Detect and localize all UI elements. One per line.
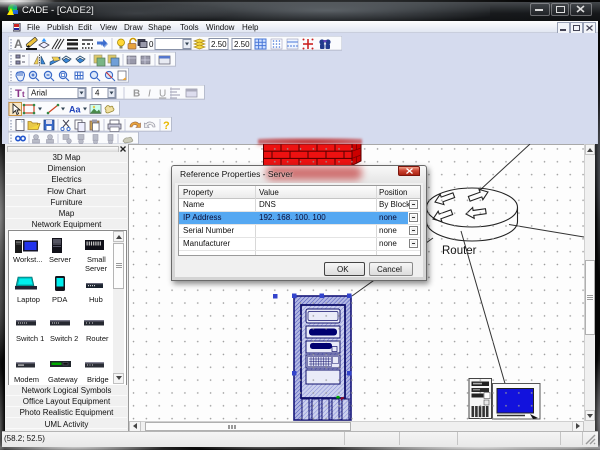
svg-text:Modem: Modem: [14, 375, 39, 384]
svg-text:B: B: [133, 88, 140, 99]
svg-text:Workst...: Workst...: [13, 255, 42, 264]
svg-text:Laptop: Laptop: [17, 295, 40, 304]
svg-text:Switch 1: Switch 1: [16, 334, 44, 343]
svg-text:Switch 2: Switch 2: [50, 334, 78, 343]
svg-text:Bridge: Bridge: [87, 375, 109, 384]
svg-text:A: A: [14, 37, 23, 51]
svg-text:Router: Router: [86, 334, 109, 343]
svg-text:Arial: Arial: [31, 88, 47, 97]
svg-text:T: T: [15, 88, 22, 100]
svg-text:2.50: 2.50: [234, 40, 250, 49]
svg-text:Server: Server: [49, 255, 72, 264]
svg-text:I: I: [148, 88, 151, 99]
svg-text:Server: Server: [85, 264, 108, 273]
svg-text:Aa: Aa: [69, 104, 81, 114]
svg-text:2.50: 2.50: [211, 40, 227, 49]
svg-text:Small: Small: [87, 255, 106, 264]
svg-text:?: ?: [163, 120, 170, 132]
svg-text:U: U: [159, 88, 166, 99]
svg-text:Hub: Hub: [89, 295, 103, 304]
svg-text:PDA: PDA: [52, 295, 67, 304]
svg-text:Gateway: Gateway: [48, 375, 78, 384]
svg-text:4: 4: [95, 88, 100, 97]
svg-text:0: 0: [149, 40, 154, 49]
svg-text:t: t: [22, 90, 25, 99]
